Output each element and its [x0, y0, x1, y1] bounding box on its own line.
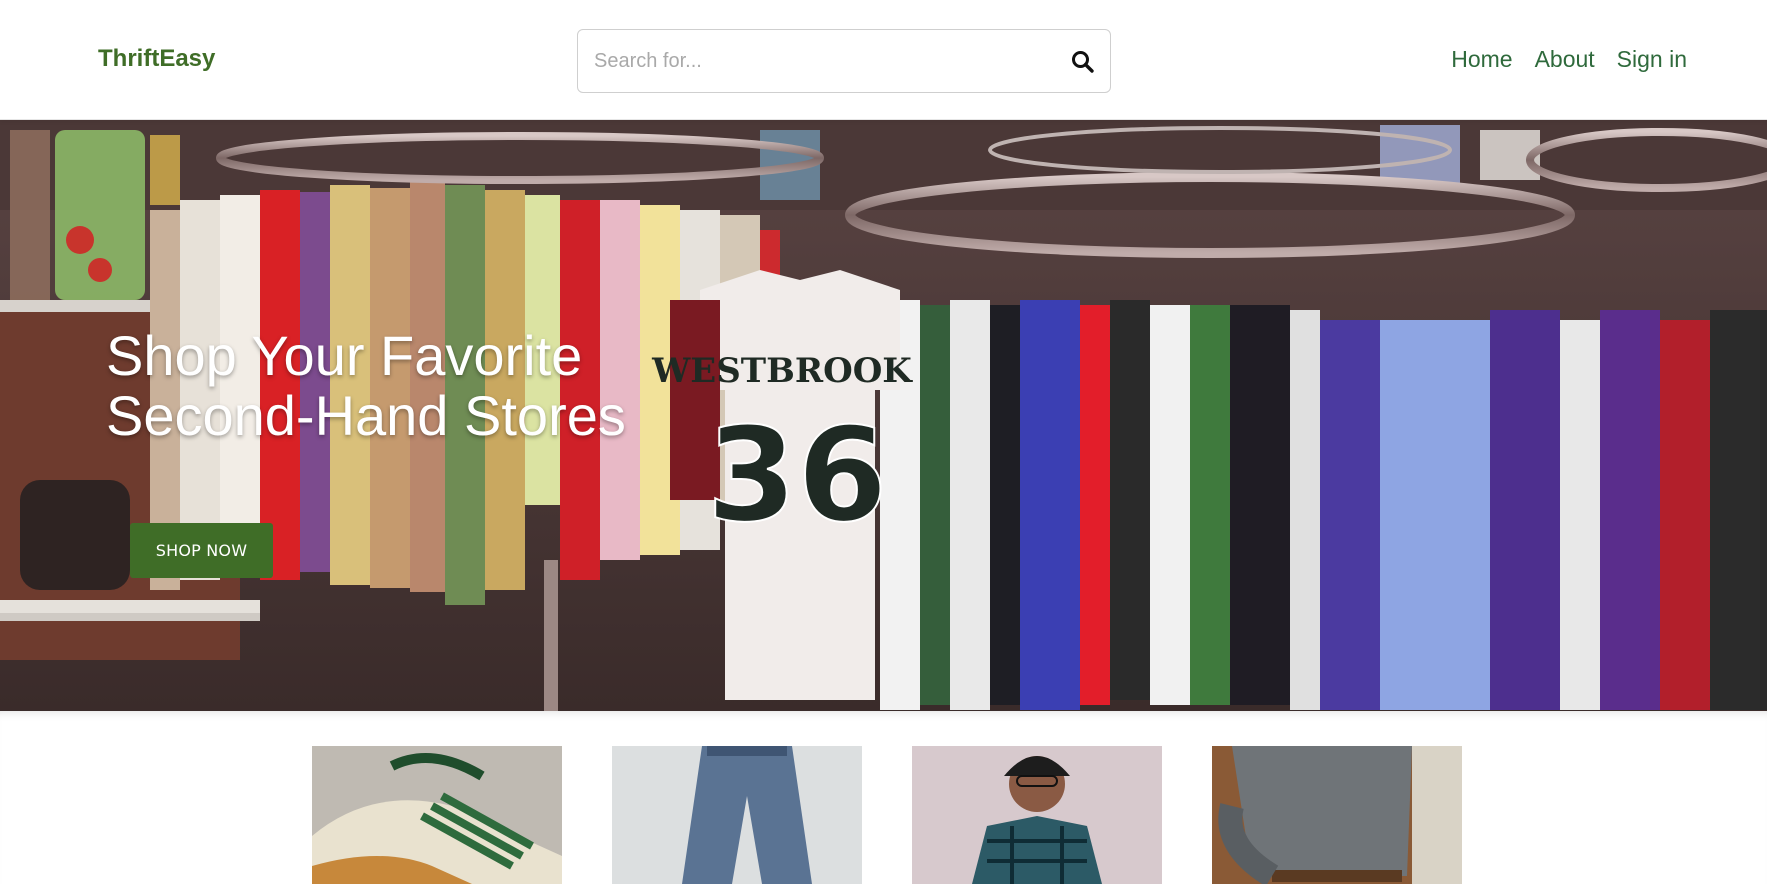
- site-logo[interactable]: ThriftEasy: [98, 45, 215, 73]
- hero-title: Shop Your Favorite Second-Hand Stores: [106, 326, 726, 446]
- hero-title-line1: Shop Your Favorite: [106, 324, 583, 387]
- product-card-jeans[interactable]: [612, 746, 862, 884]
- nav-signin-link[interactable]: Sign in: [1617, 46, 1687, 73]
- jeans-image: [612, 746, 862, 884]
- main-nav: Home About Sign in: [1451, 46, 1687, 73]
- search-bar: [577, 29, 1111, 93]
- nav-about-link[interactable]: About: [1535, 46, 1595, 73]
- site-header: ThriftEasy Home About Sign in: [0, 0, 1767, 120]
- product-card-sneakers[interactable]: [312, 746, 562, 884]
- shop-now-button[interactable]: SHOP NOW: [130, 523, 273, 578]
- search-icon[interactable]: [1070, 49, 1096, 75]
- jersey-number-text: 36: [707, 399, 888, 551]
- nav-home-link[interactable]: Home: [1451, 46, 1512, 73]
- hero-title-line2: Second-Hand Stores: [106, 384, 626, 447]
- product-gallery: [0, 711, 1767, 884]
- search-input[interactable]: [594, 30, 1034, 92]
- hero-banner: WESTBROOK 36 Shop Your Favorite Second-H…: [0, 120, 1767, 711]
- sweater-image: [1212, 746, 1462, 884]
- sneakers-image: [312, 746, 562, 884]
- flannel-image: [912, 746, 1162, 884]
- product-card-flannel[interactable]: [912, 746, 1162, 884]
- product-card-sweater[interactable]: [1212, 746, 1462, 884]
